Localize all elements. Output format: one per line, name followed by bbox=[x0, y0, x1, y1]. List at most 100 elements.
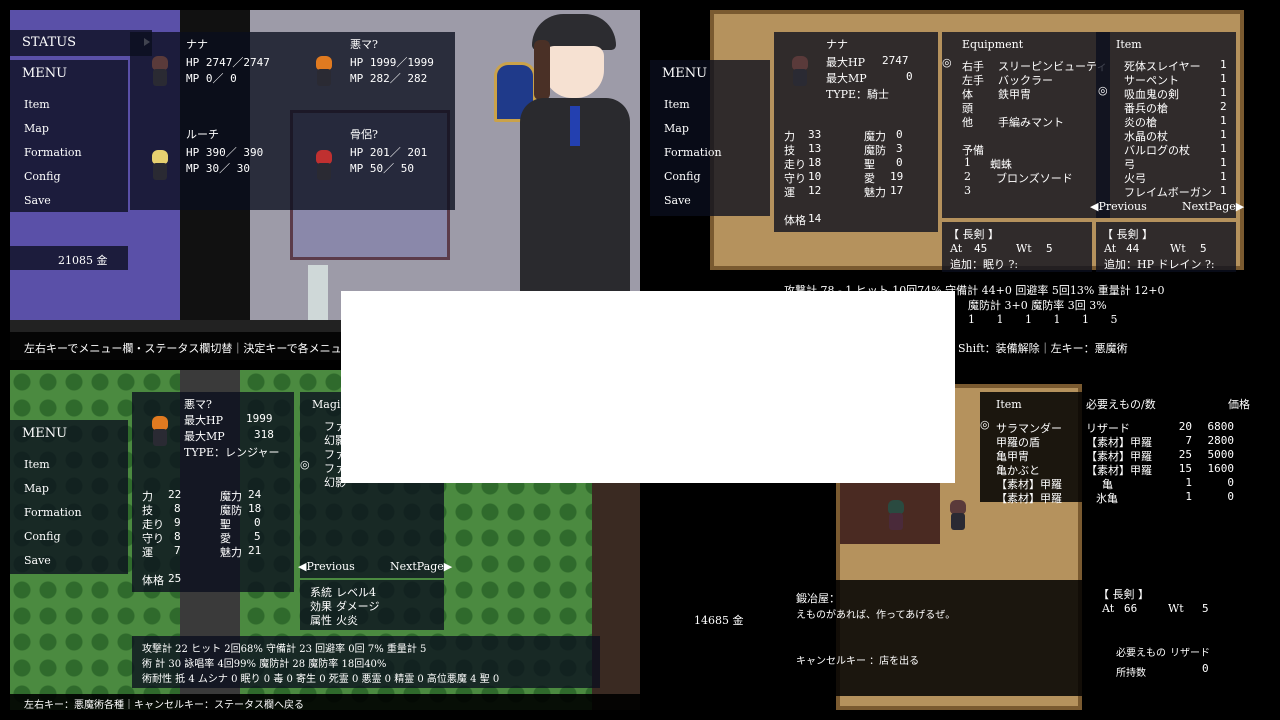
menu-item[interactable]: Item bbox=[24, 458, 50, 471]
menu-item[interactable]: Formation bbox=[24, 506, 82, 519]
menu-item[interactable]: Item bbox=[664, 98, 690, 111]
previous-page-button[interactable]: ◀Previous bbox=[298, 560, 355, 573]
menu-item[interactable]: Item bbox=[24, 98, 50, 111]
item-count: 1 bbox=[1220, 170, 1227, 183]
party-mp: MP 30／ 30 bbox=[186, 162, 250, 175]
resist-summary: 術耐性 抵 4 ムシナ 0 眠り 0 毒 0 寄生 0 死霊 0 悪霊 0 精霊… bbox=[142, 674, 500, 685]
menu-item[interactable]: Save bbox=[24, 554, 51, 567]
max-mp-value: 0 bbox=[906, 70, 913, 83]
item-count: 1 bbox=[1220, 128, 1227, 141]
kaku-label: 体格 bbox=[142, 574, 164, 587]
stat-value: 0 bbox=[896, 128, 903, 141]
gold-amount: 21085 金 bbox=[58, 254, 108, 267]
stat-value: 21 bbox=[248, 544, 262, 557]
party-sprite-nana[interactable] bbox=[148, 56, 172, 90]
max-hp-value: 2747 bbox=[882, 54, 909, 67]
party-hp: HP 2747／2747 bbox=[186, 56, 270, 69]
required-title: 必要えもの/数 bbox=[1086, 398, 1156, 411]
stat-value: 0 bbox=[254, 516, 261, 529]
party-sprite-priest[interactable] bbox=[312, 150, 336, 184]
weapon-at-value: 44 bbox=[1126, 242, 1140, 255]
menu-item[interactable]: Config bbox=[664, 170, 701, 183]
weapon-extra: 追加：HP ドレイン ?: bbox=[1104, 258, 1215, 271]
item-count: 2 bbox=[1220, 100, 1227, 113]
next-page-button[interactable]: NextPage▶ bbox=[390, 560, 452, 573]
weapon-at-label: At bbox=[1102, 602, 1115, 615]
char-name: ナナ bbox=[826, 38, 848, 51]
need-label: 必要えもの bbox=[1116, 648, 1166, 659]
party-sprite-ruchi[interactable] bbox=[148, 150, 172, 184]
menu-item[interactable]: Map bbox=[664, 122, 689, 135]
previous-page-button[interactable]: ◀Previous bbox=[1090, 200, 1147, 213]
shop-material: 【素材】甲羅 bbox=[1086, 464, 1152, 477]
menu-item[interactable]: Config bbox=[24, 530, 61, 543]
item-count: 1 bbox=[1220, 156, 1227, 169]
weapon-wt-label: Wt bbox=[1016, 242, 1032, 255]
weapon-at-value: 45 bbox=[974, 242, 988, 255]
menu-item[interactable]: Save bbox=[24, 194, 51, 207]
item-count: 1 bbox=[1220, 86, 1227, 99]
equip-item[interactable]: 手編みマント bbox=[998, 114, 1064, 130]
menu-item[interactable]: Formation bbox=[24, 146, 82, 159]
stat-label: 魅力 bbox=[864, 186, 886, 199]
menu-item[interactable]: Save bbox=[664, 194, 691, 207]
gold-amount: 14685 金 bbox=[694, 614, 744, 627]
portrait-hair bbox=[534, 40, 550, 100]
party-name: 骨侶? bbox=[350, 128, 378, 141]
shop-qty: 1 bbox=[1185, 490, 1192, 503]
reserve-slot[interactable]: 1 bbox=[964, 156, 971, 169]
item-name[interactable]: フレイムボーガン bbox=[1124, 184, 1212, 200]
skill-value: 火炎 bbox=[336, 614, 358, 627]
shop-item[interactable]: 【素材】甲羅 bbox=[996, 490, 1062, 506]
cancel-hint[interactable]: キャンセルキー ：店を出る bbox=[796, 652, 919, 667]
shop-qty: 1 bbox=[1185, 476, 1192, 489]
player-sprite bbox=[946, 500, 970, 534]
item-count: 1 bbox=[1220, 184, 1227, 197]
item-count: 1 bbox=[1220, 72, 1227, 85]
stat-label: 運 bbox=[142, 546, 153, 559]
equip-cursor-icon: ◎ bbox=[942, 56, 952, 69]
equip-item[interactable]: 鉄甲冑 bbox=[998, 86, 1031, 102]
item-title: Item bbox=[1116, 38, 1142, 51]
stat-value: 18 bbox=[808, 156, 822, 169]
status-label[interactable]: STATUS bbox=[22, 35, 76, 50]
portrait-face bbox=[544, 46, 604, 98]
menu-window bbox=[10, 60, 128, 212]
weapon-extra: 追加：眠り ?: bbox=[950, 258, 1019, 271]
stat-value: 12 bbox=[808, 184, 822, 197]
shop-price: 6800 bbox=[1207, 420, 1235, 433]
menu-window bbox=[10, 420, 128, 574]
weapon-wt-value: 5 bbox=[1046, 242, 1053, 255]
shop-price: 0 bbox=[1227, 490, 1234, 503]
weapon-wt-value: 5 bbox=[1200, 242, 1207, 255]
max-hp-value: 1999 bbox=[246, 412, 273, 425]
menu-window bbox=[650, 60, 770, 216]
menu-item[interactable]: Config bbox=[24, 170, 61, 183]
stat-value: 7 bbox=[174, 544, 181, 557]
help-text: 左右キー：悪魔術各種｜キャンセルキー：ステータス欄へ戻る bbox=[24, 700, 304, 710]
stat-value: 17 bbox=[890, 184, 904, 197]
weapon-at-value: 66 bbox=[1124, 602, 1138, 615]
party-name: ナナ bbox=[186, 38, 208, 51]
shop-qty: 25 bbox=[1178, 448, 1192, 461]
item-title: Item bbox=[996, 398, 1022, 411]
equip-slot[interactable]: 他 bbox=[962, 114, 973, 130]
party-sprite-akuma[interactable] bbox=[312, 56, 336, 90]
menu-item[interactable]: Map bbox=[24, 122, 49, 135]
char-sprite bbox=[788, 56, 812, 90]
requirement-box bbox=[1090, 636, 1240, 682]
stat-value: 22 bbox=[168, 488, 182, 501]
shop-price: 1600 bbox=[1207, 462, 1235, 475]
reserve-slot[interactable]: 2 bbox=[964, 170, 971, 183]
stat-value: 8 bbox=[174, 502, 181, 515]
stat-value: 33 bbox=[808, 128, 822, 141]
menu-item[interactable]: Map bbox=[24, 482, 49, 495]
next-page-button[interactable]: NextPage▶ bbox=[1182, 200, 1244, 213]
max-hp-label: 最大HP bbox=[826, 56, 865, 69]
menu-item[interactable]: Formation bbox=[664, 146, 722, 159]
menu-title: MENU bbox=[662, 66, 708, 81]
reserve-item[interactable]: ブロンズソード bbox=[996, 170, 1073, 186]
char-sprite bbox=[148, 416, 172, 450]
reserve-slot[interactable]: 3 bbox=[964, 184, 971, 197]
shop-cursor-icon: ◎ bbox=[980, 418, 990, 431]
